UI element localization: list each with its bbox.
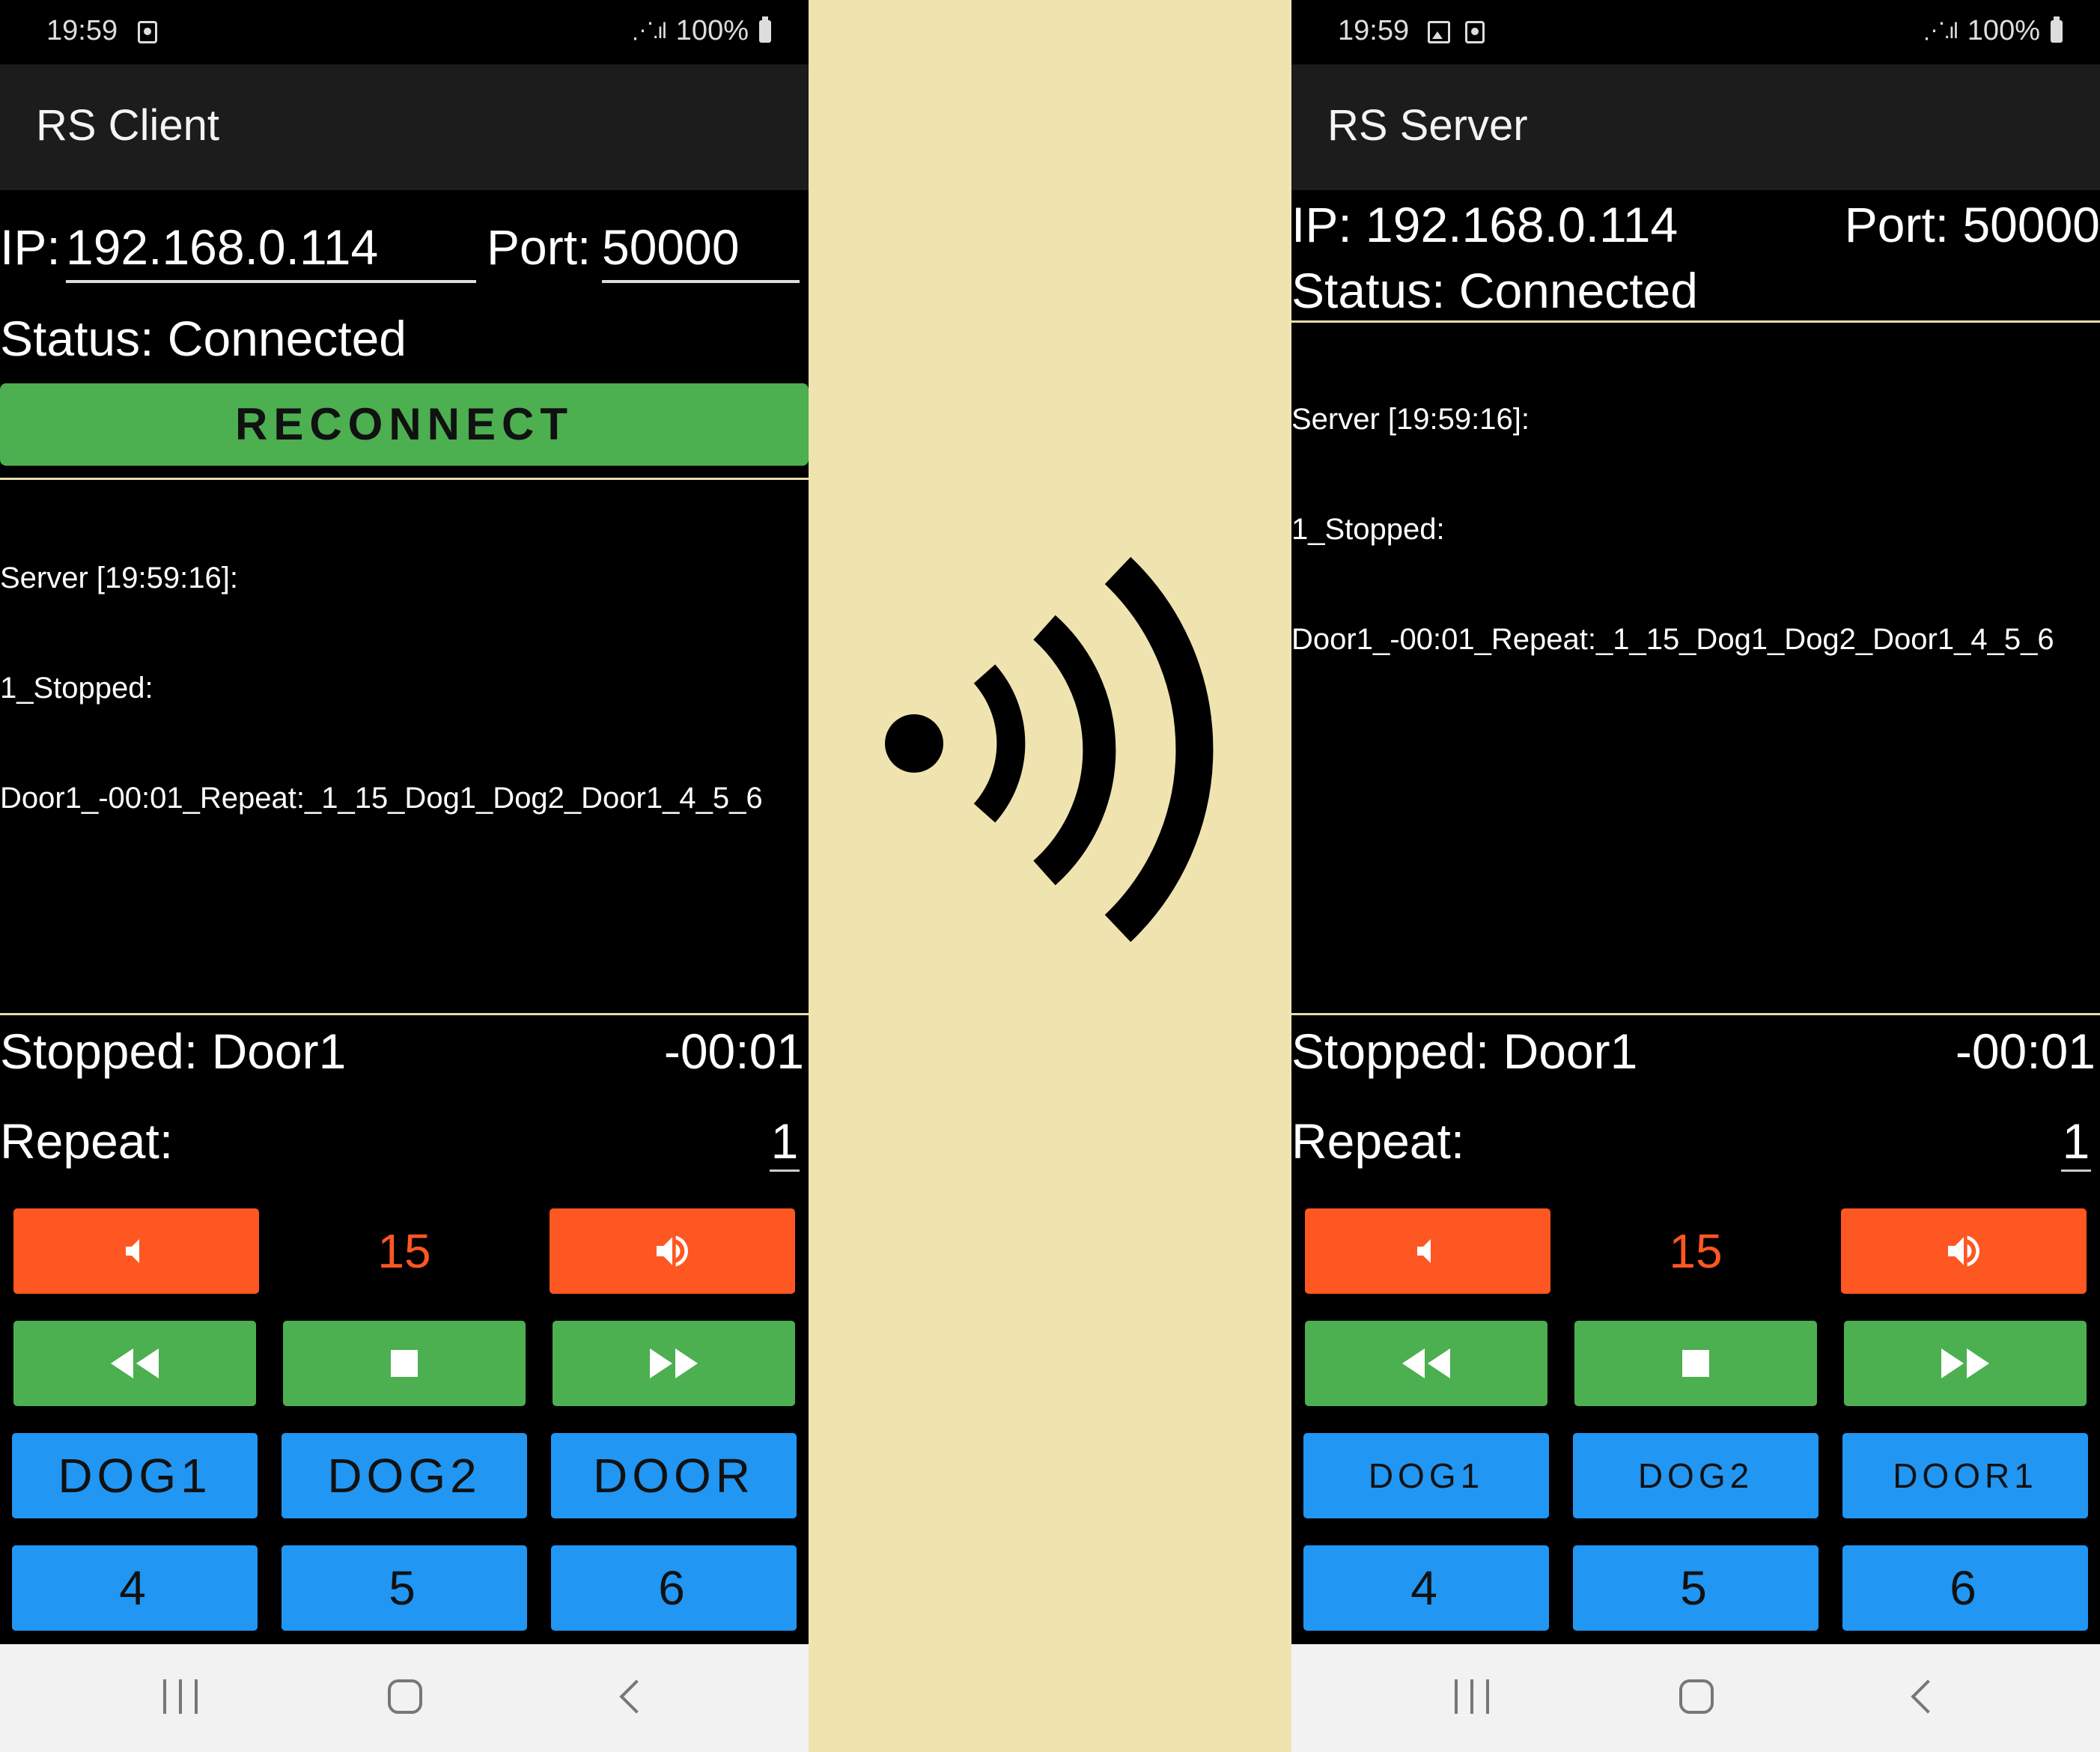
log-line: Door1_-00:01_Repeat:_1_15_Dog1_Dog2_Door… [1291,623,2054,656]
notification-icon [1465,21,1485,43]
sound-button-4[interactable]: 4 [12,1545,258,1631]
rewind-icon [111,1348,159,1378]
sound-button-5[interactable]: 5 [281,1545,527,1631]
sound-button-dog2[interactable]: DOG2 [1573,1433,1819,1518]
repeat-input[interactable]: 1 [2061,1113,2091,1172]
wireless-signal-icon [885,556,1214,943]
wifi-signal-icon: ⋰.ıl [631,19,666,43]
port-label: Port: [487,219,591,275]
sound-button-dog1[interactable]: DOG1 [12,1433,258,1518]
sound-button-door1[interactable]: DOOR1 [1842,1433,2088,1518]
ip-input[interactable]: 192.168.0.114 [66,219,476,283]
battery-icon [2051,16,2063,43]
playback-state: Stopped: Door1 [0,1023,347,1079]
connection-status: Status: Connected [1291,263,1699,318]
battery-icon [759,16,771,43]
sound-button-dog1[interactable]: DOG1 [1303,1433,1549,1518]
sound-button-5[interactable]: 5 [1573,1545,1819,1631]
playback-time: -00:01 [663,1023,804,1079]
back-icon[interactable] [1911,1679,1945,1714]
status-bar: 19:59 ⋰.ıl 100% [0,0,809,64]
fast-forward-icon [650,1348,698,1378]
repeat-input[interactable]: 1 [770,1113,800,1172]
repeat-label: Repeat: [0,1113,174,1169]
app-title: RS Client [36,101,219,150]
volume-up-icon [1948,1235,1979,1267]
client-screen: 19:59 ⋰.ıl 100% RS Client IP: 192.168.0.… [0,0,809,1752]
log-line: Server [19:59:16]: [0,562,238,594]
playback-time: -00:01 [1955,1023,2096,1079]
port-input[interactable]: 50000 [602,219,800,283]
log-line: 1_Stopped: [1291,513,1445,546]
stop-icon [1682,1350,1709,1377]
volume-value: 15 [1669,1224,1723,1278]
status-bar: 19:59 ⋰.ıl 100% [1291,0,2100,64]
fast-forward-icon [1941,1348,1989,1378]
ip-label: IP: [0,219,61,275]
playback-state: Stopped: Door1 [1291,1023,1638,1079]
volume-up-button[interactable] [1841,1208,2087,1294]
log-line: 1_Stopped: [0,672,153,705]
stop-button[interactable] [1574,1321,1817,1406]
volume-down-icon [1417,1239,1431,1263]
volume-value: 15 [377,1224,431,1278]
log-line: Door1_-00:01_Repeat:_1_15_Dog1_Dog2_Door… [0,782,763,815]
rewind-button[interactable] [1305,1321,1547,1406]
stop-button[interactable] [283,1321,526,1406]
battery-percent: 100% [1967,15,2040,46]
app-title: RS Server [1327,101,1528,150]
repeat-label: Repeat: [1291,1113,1465,1169]
app-bar: RS Server [1291,64,2100,190]
log-line: Server [19:59:16]: [1291,403,1530,436]
image-notification-icon [1428,21,1450,43]
navigation-bar [0,1644,809,1752]
volume-down-button[interactable] [1305,1208,1550,1294]
sound-button-4[interactable]: 4 [1303,1545,1549,1631]
notification-icon [138,21,157,43]
port-number: Port: 50000 [1844,197,2100,252]
rewind-button[interactable] [13,1321,256,1406]
battery-percent: 100% [675,15,749,46]
server-screen: 19:59 ⋰.ıl 100% RS Server IP: 192.168.0.… [1291,0,2100,1752]
ip-address: IP: 192.168.0.114 [1291,197,1679,252]
fast-forward-button[interactable] [1844,1321,2087,1406]
home-icon[interactable] [388,1679,422,1714]
rewind-icon [1402,1348,1450,1378]
divider [1291,1013,2100,1015]
volume-up-icon [657,1235,688,1267]
sound-button-6[interactable]: 6 [551,1545,797,1631]
volume-up-button[interactable] [550,1208,795,1294]
stop-icon [391,1350,418,1377]
divider [1291,320,2100,323]
recent-apps-icon[interactable] [1455,1679,1489,1714]
sound-button-dog2[interactable]: DOG2 [281,1433,527,1518]
connection-status: Status: Connected [0,311,407,366]
sound-button-door[interactable]: DOOR [551,1433,797,1518]
message-log: Server [19:59:16]: 1_Stopped: Door1_-00:… [0,487,763,890]
status-time: 19:59 [46,15,118,46]
wifi-signal-icon: ⋰.ıl [1923,19,1958,43]
navigation-bar [1291,1644,2100,1752]
recent-apps-icon[interactable] [163,1679,198,1714]
volume-down-button[interactable] [13,1208,259,1294]
reconnect-button[interactable]: RECONNECT [0,383,809,466]
status-time: 19:59 [1338,15,1410,46]
home-icon[interactable] [1679,1679,1714,1714]
app-bar: RS Client [0,64,809,190]
divider [0,478,809,480]
fast-forward-button[interactable] [553,1321,795,1406]
volume-down-icon [126,1239,139,1263]
sound-button-6[interactable]: 6 [1842,1545,2088,1631]
divider [0,1013,809,1015]
back-icon[interactable] [619,1679,654,1714]
message-log: Server [19:59:16]: 1_Stopped: Door1_-00:… [1291,328,2054,731]
